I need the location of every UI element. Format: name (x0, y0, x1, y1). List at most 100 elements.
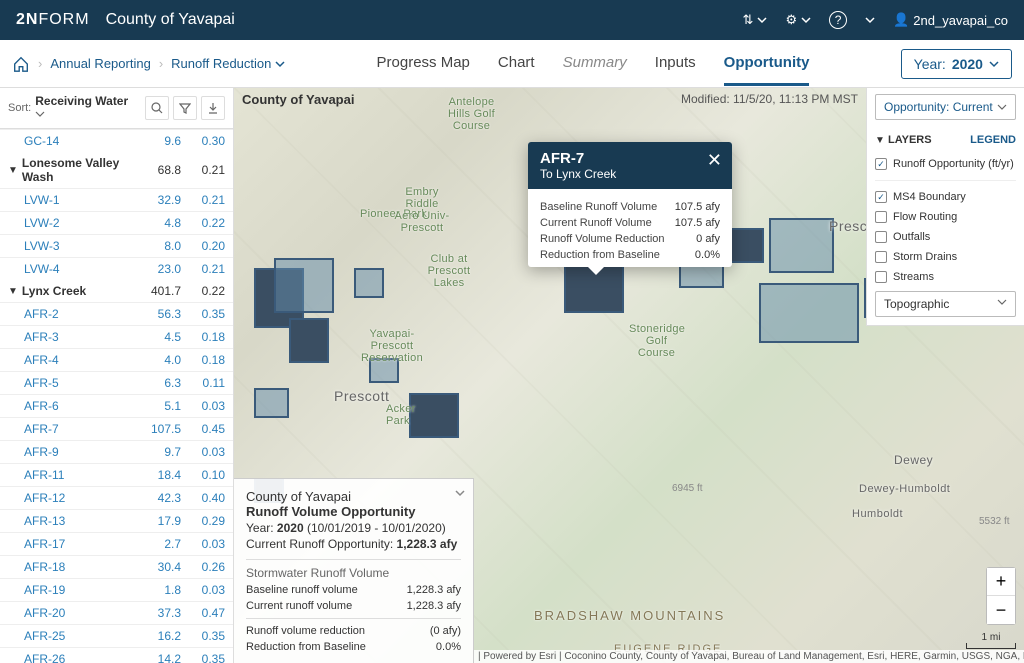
tab-summary[interactable]: Summary (563, 42, 627, 86)
catchment-item[interactable]: AFR-191.80.03 (0, 578, 233, 601)
layer-ms4-boundary[interactable]: MS4 Boundary (867, 187, 1024, 207)
map-label: Embry Riddle Aero Univ-Prescott (392, 186, 452, 234)
tab-inputs[interactable]: Inputs (655, 42, 696, 86)
layer-runoff-opportunity[interactable]: Runoff Opportunity (ft/yr) (867, 154, 1024, 174)
catchment-item[interactable]: AFR-2516.20.35 (0, 624, 233, 647)
catchment-item[interactable]: AFR-99.70.03 (0, 440, 233, 463)
catchment-item[interactable]: AFR-1118.40.10 (0, 463, 233, 486)
user-icon: 👤 (893, 12, 909, 28)
info-stat: Reduction from Baseline0.0% (246, 641, 461, 653)
zoom-in-button[interactable]: + (987, 568, 1015, 596)
info-stat: Current runoff volume1,228.3 afy (246, 600, 461, 612)
app-header: 2NFORM County of Yavapai ⇅ ⚙ ? 👤 2nd_yav… (0, 0, 1024, 40)
map[interactable]: Prescott Prescott Valley Dewey Dewey-Hum… (234, 88, 1024, 663)
home-icon[interactable] (12, 55, 30, 73)
sidebar: Sort: Receiving Water GC-149.60.30▼Lones… (0, 88, 234, 663)
chevron-down-icon[interactable] (455, 487, 465, 501)
catchment-item[interactable]: AFR-2614.20.35 (0, 647, 233, 663)
map-label: Acker Park (386, 403, 421, 427)
sort-select[interactable]: Receiving Water (35, 94, 141, 122)
map-label: 5532 ft (979, 516, 1010, 527)
search-icon[interactable] (145, 96, 169, 120)
map-attribution: | Powered by Esri | Coconino County, Cou… (474, 650, 1024, 663)
download-icon[interactable] (201, 96, 225, 120)
gear-icon[interactable]: ⚙ (785, 12, 811, 28)
layers-panel: Opportunity: Current ▼ LAYERS LEGEND Run… (866, 88, 1024, 326)
layer-storm-drains[interactable]: Storm Drains (867, 247, 1024, 267)
sub-header: › Annual Reporting › Runoff Reduction Pr… (0, 40, 1024, 88)
tabs: Progress Map Chart Summary Inputs Opport… (377, 42, 810, 86)
map-label: BRADSHAW MOUNTAINS (534, 608, 725, 623)
catchment-item[interactable]: AFR-1242.30.40 (0, 486, 233, 509)
catchment-item[interactable]: AFR-7107.50.45 (0, 417, 233, 440)
help-icon[interactable]: ? (829, 11, 847, 29)
catchment-item[interactable]: AFR-2037.30.47 (0, 601, 233, 624)
map-label: Dewey-Humboldt (859, 483, 950, 495)
catchment-item[interactable]: AFR-256.30.35 (0, 302, 233, 325)
chevron-right-icon: › (159, 56, 163, 71)
logo: 2NFORM (16, 11, 90, 29)
crumb-annual[interactable]: Annual Reporting (50, 56, 150, 71)
info-stat: Baseline runoff volume1,228.3 afy (246, 584, 461, 596)
layer-flow-routing[interactable]: Flow Routing (867, 207, 1024, 227)
map-label: 6945 ft (672, 483, 703, 494)
catchment-item[interactable]: LVW-24.80.22 (0, 211, 233, 234)
catchment-item[interactable]: LVW-423.00.21 (0, 257, 233, 280)
map-label: Dewey (894, 453, 933, 467)
chevron-right-icon: › (38, 56, 42, 71)
info-panel: County of Yavapai Runoff Volume Opportun… (234, 478, 474, 663)
catchment-item[interactable]: GC-149.60.30 (0, 129, 233, 152)
info-section: Stormwater Runoff Volume (246, 559, 461, 580)
chevron-down-icon (997, 102, 1007, 112)
zoom-control: + − (986, 567, 1016, 625)
map-label: Yavapai-Prescott Reservation (352, 328, 432, 364)
catchment-group[interactable]: ▼Lynx Creek401.70.22 (0, 280, 233, 302)
app-title: County of Yavapai (106, 11, 743, 29)
popup-row: Baseline Runoff Volume107.5 afy (540, 199, 720, 215)
map-label: Stoneridge Golf Course (629, 323, 684, 359)
zoom-out-button[interactable]: − (987, 596, 1015, 624)
catchment-list: GC-149.60.30▼Lonesome Valley Wash68.80.2… (0, 129, 233, 663)
map-label: Humboldt (852, 508, 903, 520)
popup-row: Reduction from Baseline0.0% (540, 247, 720, 263)
info-title: Runoff Volume Opportunity (246, 504, 461, 519)
catchment-item[interactable]: AFR-56.30.11 (0, 371, 233, 394)
tab-opportunity[interactable]: Opportunity (724, 42, 810, 86)
opportunity-select[interactable]: Opportunity: Current (875, 94, 1016, 120)
basemap-select[interactable]: Topographic (875, 291, 1016, 317)
catchment-group[interactable]: ▼Lonesome Valley Wash68.80.21 (0, 152, 233, 188)
map-label: Club at Prescott Lakes (424, 253, 474, 289)
chevron-down-icon (989, 59, 999, 69)
popup-title: AFR-7 (540, 150, 720, 167)
close-icon[interactable]: ✕ (707, 150, 722, 171)
info-current: Current Runoff Opportunity: 1,228.3 afy (246, 537, 461, 551)
popup-subtitle: To Lynx Creek (540, 167, 720, 181)
catchment-item[interactable]: AFR-1830.40.26 (0, 555, 233, 578)
sort-icon[interactable]: ⇅ (743, 12, 768, 28)
popup-row: Runoff Volume Reduction0 afy (540, 231, 720, 247)
chevron-down-icon (997, 297, 1007, 307)
tab-progress-map[interactable]: Progress Map (377, 42, 470, 86)
info-stat: Runoff volume reduction(0 afy) (246, 618, 461, 637)
popup-row: Current Runoff Volume107.5 afy (540, 215, 720, 231)
user-menu[interactable]: 👤 2nd_yavapai_co (893, 12, 1008, 28)
catchment-item[interactable]: AFR-1317.90.29 (0, 509, 233, 532)
year-selector[interactable]: Year: 2020 (901, 49, 1012, 79)
tab-chart[interactable]: Chart (498, 42, 535, 86)
legend-button[interactable]: LEGEND (970, 134, 1016, 146)
layer-outfalls[interactable]: Outfalls (867, 227, 1024, 247)
breadcrumb: › Annual Reporting › Runoff Reduction (12, 55, 285, 73)
layers-header[interactable]: ▼ LAYERS (875, 134, 932, 146)
filter-icon[interactable] (173, 96, 197, 120)
catchment-item[interactable]: AFR-44.00.18 (0, 348, 233, 371)
layer-streams[interactable]: Streams (867, 267, 1024, 287)
catchment-item[interactable]: AFR-65.10.03 (0, 394, 233, 417)
catchment-item[interactable]: AFR-172.70.03 (0, 532, 233, 555)
info-year: Year: 2020 (10/01/2019 - 10/01/2020) (246, 521, 461, 535)
catchment-item[interactable]: LVW-132.90.21 (0, 188, 233, 211)
catchment-item[interactable]: AFR-34.50.18 (0, 325, 233, 348)
modified-label: Modified: 11/5/20, 11:13 PM MST (681, 92, 858, 107)
crumb-runoff[interactable]: Runoff Reduction (171, 56, 285, 71)
map-title: County of Yavapai (242, 92, 354, 107)
catchment-item[interactable]: LVW-38.00.20 (0, 234, 233, 257)
